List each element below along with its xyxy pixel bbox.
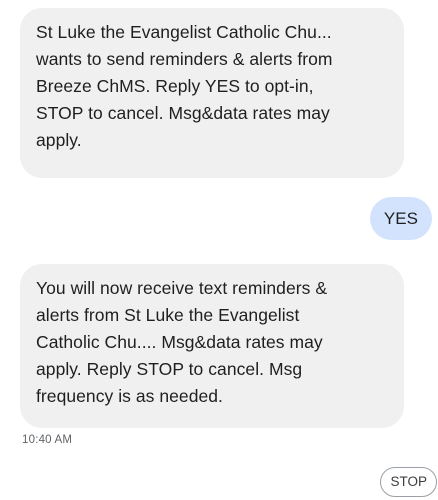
message-thread: St Luke the Evangelist Catholic Chu... w…: [0, 0, 438, 500]
incoming-message-bubble[interactable]: You will now receive text reminders & al…: [20, 264, 404, 428]
outgoing-message-bubble[interactable]: YES: [369, 197, 432, 240]
incoming-message-bubble[interactable]: St Luke the Evangelist Catholic Chu... w…: [20, 8, 404, 178]
suggested-reply-chip[interactable]: STOP: [380, 467, 437, 497]
message-timestamp: 10:40 AM: [22, 434, 73, 446]
